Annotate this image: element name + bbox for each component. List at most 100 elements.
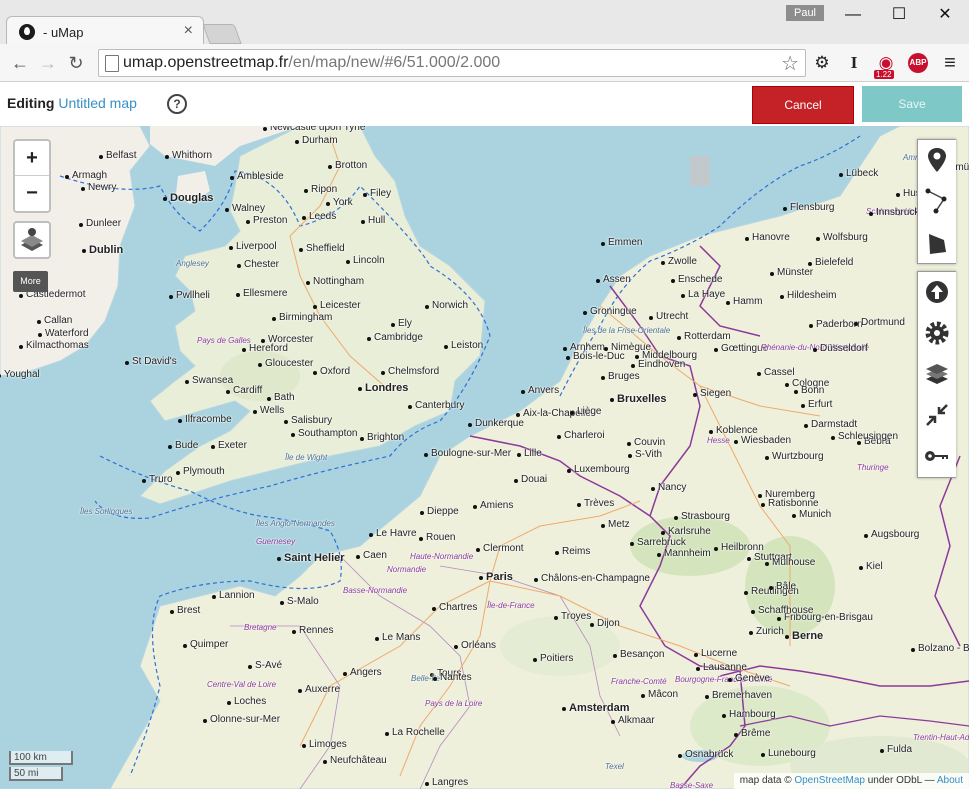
city-dot-icon [783, 207, 787, 211]
save-button[interactable]: Save [862, 86, 962, 122]
browser-tab[interactable]: - uMap × [6, 16, 204, 47]
city-dot-icon [272, 317, 276, 321]
city-dot-icon [425, 305, 429, 309]
map-settings-button[interactable] [918, 313, 956, 354]
city-dot-icon [661, 261, 665, 265]
place-label: Loches [234, 696, 267, 707]
place-label: Bath [274, 392, 295, 403]
osm-link[interactable]: OpenStreetMap [794, 775, 865, 786]
city-dot-icon [554, 616, 558, 620]
more-controls-button[interactable]: More [13, 271, 48, 292]
place-label: Emmen [608, 237, 643, 248]
place-label: Lucerne [701, 648, 738, 659]
place-label: Lannion [219, 590, 255, 601]
place-label: Assen [603, 274, 631, 285]
manage-layers-button[interactable] [918, 354, 956, 395]
browser-titlebar: - uMap × Paul — ☐ ✕ [0, 0, 969, 47]
about-link[interactable]: About [937, 775, 963, 786]
place-label: Centre-Val de Loire [207, 680, 277, 689]
gear-extension-icon[interactable]: ⚙ [810, 51, 834, 75]
zoom-out-button[interactable]: − [15, 176, 49, 211]
place-label: Trentin-Haut-Adige [913, 733, 969, 742]
i-extension-icon[interactable]: I [842, 51, 866, 75]
city-dot-icon [419, 537, 423, 541]
back-arrow-icon[interactable]: ← [8, 51, 32, 75]
place-label: Thuringe [857, 463, 889, 472]
map-name-link[interactable]: Untitled map [58, 95, 137, 111]
place-label: Trèves [584, 498, 615, 509]
place-label: Leicester [320, 300, 361, 311]
place-label: Brême [741, 728, 771, 739]
zoom-control: + − [13, 139, 51, 213]
city-dot-icon [381, 371, 385, 375]
city-dot-icon [627, 442, 631, 446]
city-dot-icon [678, 754, 682, 758]
adblock-icon[interactable]: ABP [908, 53, 928, 73]
lock-extension-icon[interactable]: ◉ 1.22 [874, 51, 898, 79]
city-dot-icon [649, 316, 653, 320]
city-dot-icon [369, 533, 373, 537]
city-dot-icon [516, 413, 520, 417]
maximize-button[interactable]: ☐ [876, 2, 922, 28]
city-dot-icon [562, 707, 566, 711]
place-label: Besançon [620, 649, 665, 660]
reload-icon[interactable]: ↻ [64, 51, 88, 75]
tab-close-icon[interactable]: × [184, 22, 193, 40]
city-dot-icon [424, 453, 428, 457]
city-dot-icon [631, 364, 635, 368]
place-label: Osnabrück [685, 749, 734, 760]
city-dot-icon [761, 753, 765, 757]
city-dot-icon [267, 397, 271, 401]
forward-arrow-icon[interactable]: → [36, 51, 60, 75]
city-dot-icon [869, 212, 873, 216]
place-label: Alkmaar [618, 715, 655, 726]
city-dot-icon [229, 246, 233, 250]
place-label: Troyes [561, 611, 592, 622]
zoom-in-button[interactable]: + [15, 141, 49, 176]
draw-polygon-button[interactable] [918, 222, 956, 263]
place-label: Strasbourg [681, 511, 730, 522]
city-dot-icon [747, 557, 751, 561]
tilelayers-button[interactable] [13, 221, 51, 259]
city-dot-icon [433, 677, 437, 681]
city-dot-icon [744, 591, 748, 595]
place-label: Lübeck [846, 168, 879, 179]
profile-badge[interactable]: Paul [786, 5, 824, 21]
place-label: Amiens [480, 500, 514, 511]
city-dot-icon [212, 595, 216, 599]
new-tab-button[interactable] [202, 24, 242, 44]
place-label: Ely [398, 318, 412, 329]
place-label: Wurtzbourg [772, 451, 824, 462]
place-label: Dieppe [427, 506, 459, 517]
place-label: Norwich [432, 300, 469, 311]
menu-icon[interactable]: ≡ [938, 51, 962, 75]
close-window-button[interactable]: ✕ [922, 2, 968, 28]
map-attribution: map data © OpenStreetMap under ODbL — Ab… [733, 773, 969, 789]
map-canvas[interactable]: Belfast Armagh Newry Whithorn Douglas Dunleer… [0, 126, 969, 789]
place-label: Rouen [426, 532, 456, 543]
place-label: Auxerre [305, 684, 341, 695]
draw-polyline-button[interactable] [918, 181, 956, 222]
city-dot-icon [346, 260, 350, 264]
help-icon[interactable]: ? [167, 94, 187, 114]
address-bar[interactable]: umap.openstreetmap.fr/en/map/new/#6/51.0… [98, 49, 806, 77]
place-label: Truro [149, 474, 173, 485]
city-dot-icon [816, 237, 820, 241]
city-dot-icon [758, 494, 762, 498]
minimize-button[interactable]: — [830, 2, 876, 28]
center-map-button[interactable] [918, 395, 956, 436]
city-dot-icon [533, 658, 537, 662]
city-dot-icon [563, 347, 567, 351]
city-dot-icon [298, 689, 302, 693]
city-dot-icon [246, 220, 250, 224]
place-label: Wolfsburg [823, 232, 868, 243]
cancel-button[interactable]: Cancel [752, 86, 854, 124]
place-label: Dunkerque [475, 418, 524, 429]
import-data-button[interactable] [918, 272, 956, 313]
city-dot-icon [831, 436, 835, 440]
draw-marker-button[interactable] [918, 140, 956, 181]
city-dot-icon [420, 511, 424, 515]
city-dot-icon [237, 264, 241, 268]
bookmark-star-icon[interactable]: ☆ [781, 51, 799, 76]
permissions-button[interactable] [918, 436, 956, 477]
